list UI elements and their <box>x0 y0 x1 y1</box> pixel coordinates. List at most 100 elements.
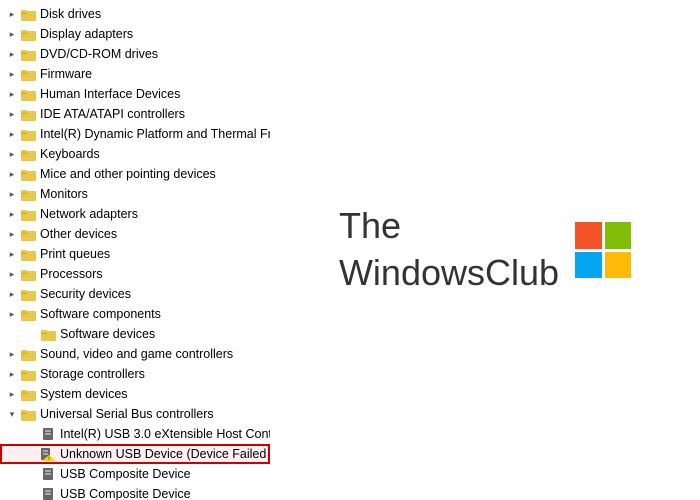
tree-item-label: Human Interface Devices <box>40 87 180 101</box>
brand-panel: The WindowsClub <box>270 0 700 500</box>
tree-item-processors[interactable]: Processors <box>0 264 270 284</box>
toggle-arrow[interactable] <box>4 406 20 422</box>
toggle-arrow[interactable] <box>4 166 20 182</box>
folder-icon <box>20 226 36 242</box>
windows-logo <box>575 222 631 278</box>
tree-item-system-devices[interactable]: System devices <box>0 384 270 404</box>
toggle-arrow[interactable] <box>4 246 20 262</box>
folder-icon <box>20 406 36 422</box>
tree-item-usb-controllers[interactable]: Universal Serial Bus controllers <box>0 404 270 424</box>
usb-icon <box>40 426 56 442</box>
tree-item-firmware[interactable]: Firmware <box>0 64 270 84</box>
tree-item-storage-controllers[interactable]: Storage controllers <box>0 364 270 384</box>
logo-quadrant-4 <box>605 252 632 279</box>
toggle-arrow[interactable] <box>24 426 40 442</box>
toggle-arrow[interactable] <box>24 466 40 482</box>
tree-item-label: Network adapters <box>40 207 138 221</box>
toggle-arrow[interactable] <box>4 366 20 382</box>
tree-item-sound-video[interactable]: Sound, video and game controllers <box>0 344 270 364</box>
toggle-arrow[interactable] <box>4 226 20 242</box>
usb-icon <box>40 486 56 500</box>
tree-item-label: Sound, video and game controllers <box>40 347 233 361</box>
usb-warning-icon: ! <box>40 446 56 462</box>
tree-item-usb-unknown[interactable]: ! Unknown USB Device (Device Failed Enum… <box>0 444 270 464</box>
toggle-arrow[interactable] <box>24 486 40 500</box>
toggle-arrow[interactable] <box>4 146 20 162</box>
usb-icon <box>40 466 56 482</box>
tree-item-label: Processors <box>40 267 103 281</box>
tree-item-label: Mice and other pointing devices <box>40 167 216 181</box>
folder-icon <box>20 66 36 82</box>
tree-item-label: System devices <box>40 387 128 401</box>
toggle-arrow[interactable] <box>4 6 20 22</box>
folder-icon <box>20 146 36 162</box>
toggle-arrow[interactable] <box>24 446 40 462</box>
tree-item-usb-composite-2[interactable]: USB Composite Device <box>0 484 270 500</box>
tree-item-label: Print queues <box>40 247 110 261</box>
tree-item-dvd-cdrom[interactable]: DVD/CD-ROM drives <box>0 44 270 64</box>
tree-item-hid[interactable]: Human Interface Devices <box>0 84 270 104</box>
toggle-arrow[interactable] <box>4 286 20 302</box>
toggle-arrow[interactable] <box>4 126 20 142</box>
toggle-arrow[interactable] <box>4 66 20 82</box>
tree-item-label: IDE ATA/ATAPI controllers <box>40 107 185 121</box>
toggle-arrow[interactable] <box>4 86 20 102</box>
toggle-arrow[interactable] <box>24 326 40 342</box>
tree-item-label: Keyboards <box>40 147 100 161</box>
tree-item-software-components[interactable]: Software components <box>0 304 270 324</box>
tree-item-label: DVD/CD-ROM drives <box>40 47 158 61</box>
folder-icon <box>20 26 36 42</box>
tree-item-label: Security devices <box>40 287 131 301</box>
device-tree-panel[interactable]: Disk drives Display adapters DVD/CD-ROM … <box>0 0 270 500</box>
tree-item-label: Display adapters <box>40 27 133 41</box>
folder-icon <box>20 166 36 182</box>
tree-item-label: Firmware <box>40 67 92 81</box>
folder-icon <box>20 246 36 262</box>
tree-item-label: Storage controllers <box>40 367 145 381</box>
tree-item-print-queues[interactable]: Print queues <box>0 244 270 264</box>
tree-item-software-devices[interactable]: Software devices <box>0 324 270 344</box>
folder-icon <box>20 206 36 222</box>
tree-item-label: Intel(R) Dynamic Platform and Thermal Fr… <box>40 127 270 141</box>
folder-icon <box>20 126 36 142</box>
tree-item-disk-drives[interactable]: Disk drives <box>0 4 270 24</box>
logo-quadrant-2 <box>605 222 632 249</box>
tree-item-label: Unknown USB Device (Device Failed Enumer… <box>60 447 270 461</box>
folder-icon <box>20 286 36 302</box>
toggle-arrow[interactable] <box>4 46 20 62</box>
folder-icon <box>20 266 36 282</box>
tree-item-display-adapters[interactable]: Display adapters <box>0 24 270 44</box>
tree-item-usb-composite-1[interactable]: USB Composite Device <box>0 464 270 484</box>
toggle-arrow[interactable] <box>4 106 20 122</box>
folder-icon <box>20 386 36 402</box>
toggle-arrow[interactable] <box>4 26 20 42</box>
tree-item-label: Other devices <box>40 227 117 241</box>
toggle-arrow[interactable] <box>4 386 20 402</box>
folder-icon <box>20 46 36 62</box>
tree-item-network-adapters[interactable]: Network adapters <box>0 204 270 224</box>
tree-item-label: Disk drives <box>40 7 101 21</box>
tree-item-label: USB Composite Device <box>60 487 191 500</box>
toggle-arrow[interactable] <box>4 206 20 222</box>
toggle-arrow[interactable] <box>4 346 20 362</box>
tree-item-monitors[interactable]: Monitors <box>0 184 270 204</box>
tree-item-label: Monitors <box>40 187 88 201</box>
logo-quadrant-3 <box>575 252 602 279</box>
tree-item-ide-atapi[interactable]: IDE ATA/ATAPI controllers <box>0 104 270 124</box>
tree-item-label: Universal Serial Bus controllers <box>40 407 214 421</box>
toggle-arrow[interactable] <box>4 186 20 202</box>
tree-item-mice[interactable]: Mice and other pointing devices <box>0 164 270 184</box>
logo-quadrant-1 <box>575 222 602 249</box>
toggle-arrow[interactable] <box>4 266 20 282</box>
tree-item-other-devices[interactable]: Other devices <box>0 224 270 244</box>
tree-item-label: Software components <box>40 307 161 321</box>
tree-item-security-devices[interactable]: Security devices <box>0 284 270 304</box>
tree-item-intel-dynamic[interactable]: Intel(R) Dynamic Platform and Thermal Fr… <box>0 124 270 144</box>
folder-icon <box>20 306 36 322</box>
toggle-arrow[interactable] <box>4 306 20 322</box>
tree-item-keyboards[interactable]: Keyboards <box>0 144 270 164</box>
brand-container: The WindowsClub <box>339 203 631 297</box>
folder-icon <box>20 186 36 202</box>
tree-item-usb-intel[interactable]: Intel(R) USB 3.0 eXtensible Host Control… <box>0 424 270 444</box>
folder-icon <box>20 106 36 122</box>
